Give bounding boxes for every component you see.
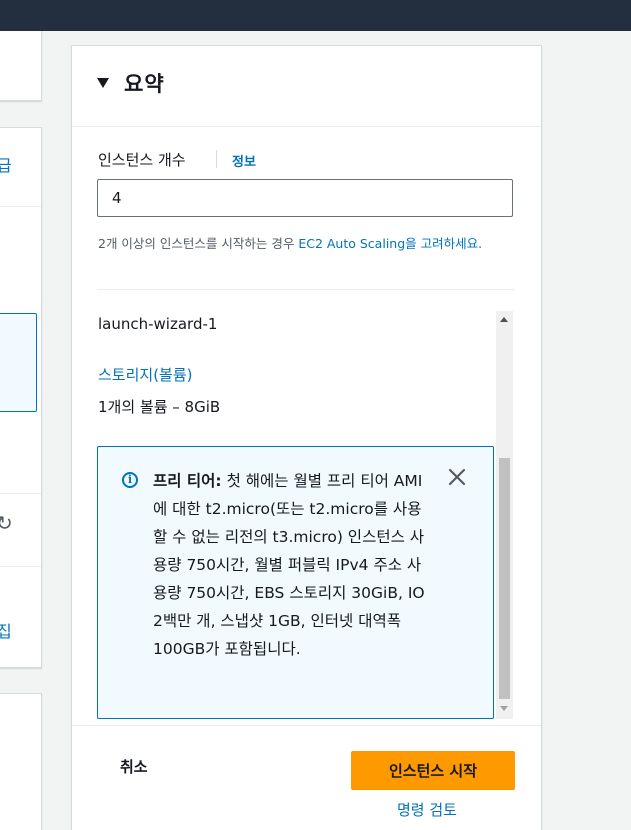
left-divider [0, 493, 41, 494]
summary-header[interactable]: 요약 [72, 46, 541, 127]
section-divider [97, 289, 515, 290]
free-tier-title: 프리 티어: [153, 472, 222, 490]
hint-text: 2개 이상의 인스턴스를 시작하는 경우 [98, 236, 299, 251]
footer-divider [72, 725, 541, 726]
instance-count-input[interactable] [97, 179, 513, 217]
left-divider [0, 206, 41, 207]
left-divider [0, 566, 41, 567]
free-tier-body: 첫 해에는 월별 프리 티어 AMI에 대한 t2.micro(또는 t2.mi… [153, 472, 425, 658]
auto-scaling-link[interactable]: EC2 Auto Scaling을 고려하세요. [298, 236, 482, 251]
left-tab-fragment[interactable]: 급 [0, 152, 12, 176]
summary-panel: 요약 인스턴스 개수 정보 2개 이상의 인스턴스를 시작하는 경우 EC2 A… [71, 45, 542, 830]
scrollbar[interactable] [496, 311, 513, 719]
left-card-main: 급 ↻ 집 [0, 127, 42, 668]
instance-count-label: 인스턴스 개수 [98, 151, 186, 169]
storage-value: 1개의 볼륨 – 8GiB [98, 398, 221, 416]
left-card-bottom [0, 693, 42, 830]
top-navigation-bar [0, 0, 631, 31]
auto-scaling-hint: 2개 이상의 인스턴스를 시작하는 경우 EC2 Auto Scaling을 고… [98, 234, 518, 254]
scroll-down-icon[interactable] [500, 706, 508, 711]
close-icon[interactable] [447, 467, 467, 487]
review-commands-link[interactable]: 명령 검토 [397, 799, 457, 820]
caret-down-icon[interactable] [97, 78, 109, 88]
free-tier-text: 프리 티어: 첫 해에는 월별 프리 티어 AMI에 대한 t2.micro(또… [153, 467, 433, 663]
info-link[interactable]: 정보 [232, 151, 256, 170]
label-divider [216, 150, 217, 168]
left-edit-fragment[interactable]: 집 [0, 618, 12, 642]
summary-scroll-area[interactable]: launch-wizard-1 스토리지(볼륨) 1개의 볼륨 – 8GiB i… [72, 311, 517, 719]
launch-instance-button[interactable]: 인스턴스 시작 [351, 751, 515, 790]
cancel-button[interactable]: 취소 [120, 756, 148, 777]
security-group-name: launch-wizard-1 [98, 315, 218, 333]
scrollbar-thumb[interactable] [499, 458, 510, 699]
summary-title: 요약 [124, 72, 165, 96]
scroll-up-icon[interactable] [500, 317, 508, 322]
left-card-top [0, 31, 42, 101]
free-tier-alert: i 프리 티어: 첫 해에는 월별 프리 티어 AMI에 대한 t2.micro… [97, 446, 494, 719]
left-selected-box[interactable] [0, 313, 37, 412]
storage-link[interactable]: 스토리지(볼륨) [98, 364, 193, 385]
info-icon: i [122, 472, 138, 488]
refresh-icon[interactable]: ↻ [0, 511, 13, 535]
